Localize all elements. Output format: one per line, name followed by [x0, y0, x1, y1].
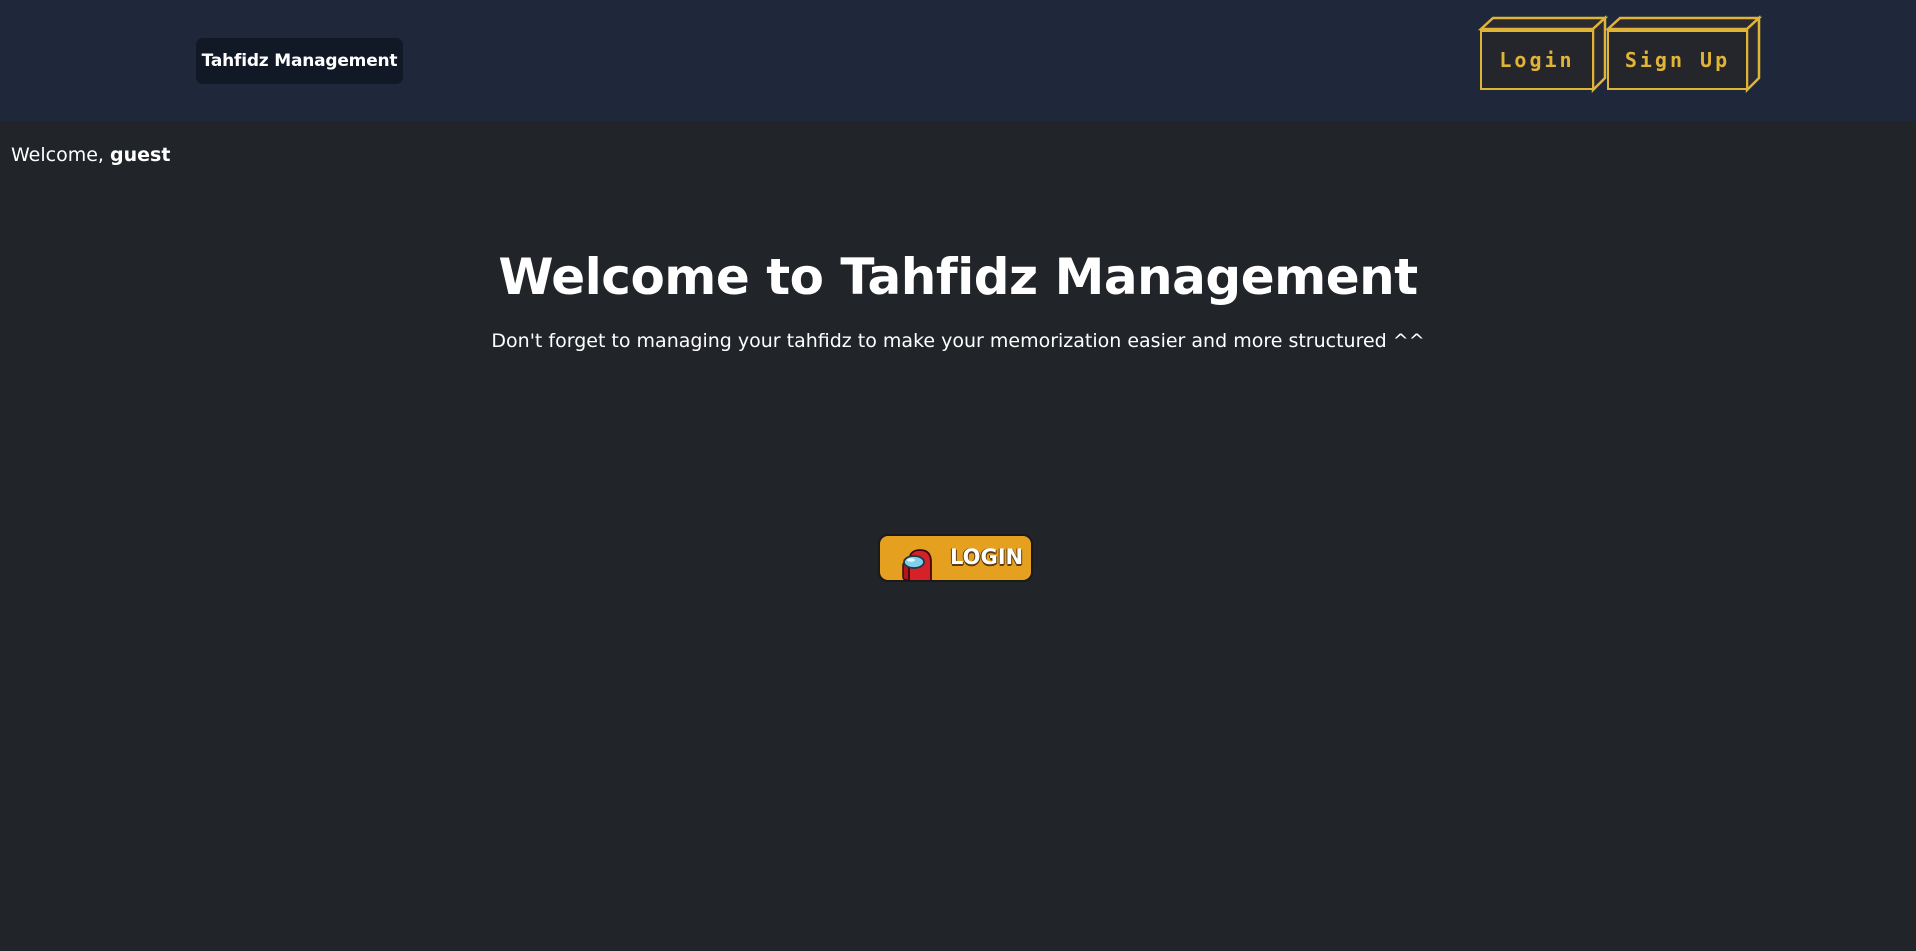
- navbar: Tahfidz Management Login Sign Up: [0, 0, 1916, 121]
- brand-label: Tahfidz Management: [201, 51, 398, 71]
- welcome-greeting: Welcome, guest: [11, 144, 170, 166]
- cta-login-label: LOGIN: [950, 545, 1024, 569]
- brand-link[interactable]: Tahfidz Management: [196, 38, 403, 84]
- username: guest: [110, 144, 171, 166]
- login-button-label: Login: [1499, 48, 1575, 72]
- signup-button[interactable]: Sign Up: [1604, 15, 1763, 94]
- page-title: Welcome to Tahfidz Management: [498, 248, 1418, 306]
- login-button[interactable]: Login: [1477, 15, 1609, 94]
- cta-login-button[interactable]: LOGIN: [878, 534, 1033, 582]
- welcome-prefix: Welcome,: [11, 144, 104, 166]
- crewmate-icon: [902, 549, 932, 580]
- page-subtitle: Don't forget to managing your tahfidz to…: [491, 330, 1425, 352]
- signup-button-label: Sign Up: [1624, 48, 1731, 72]
